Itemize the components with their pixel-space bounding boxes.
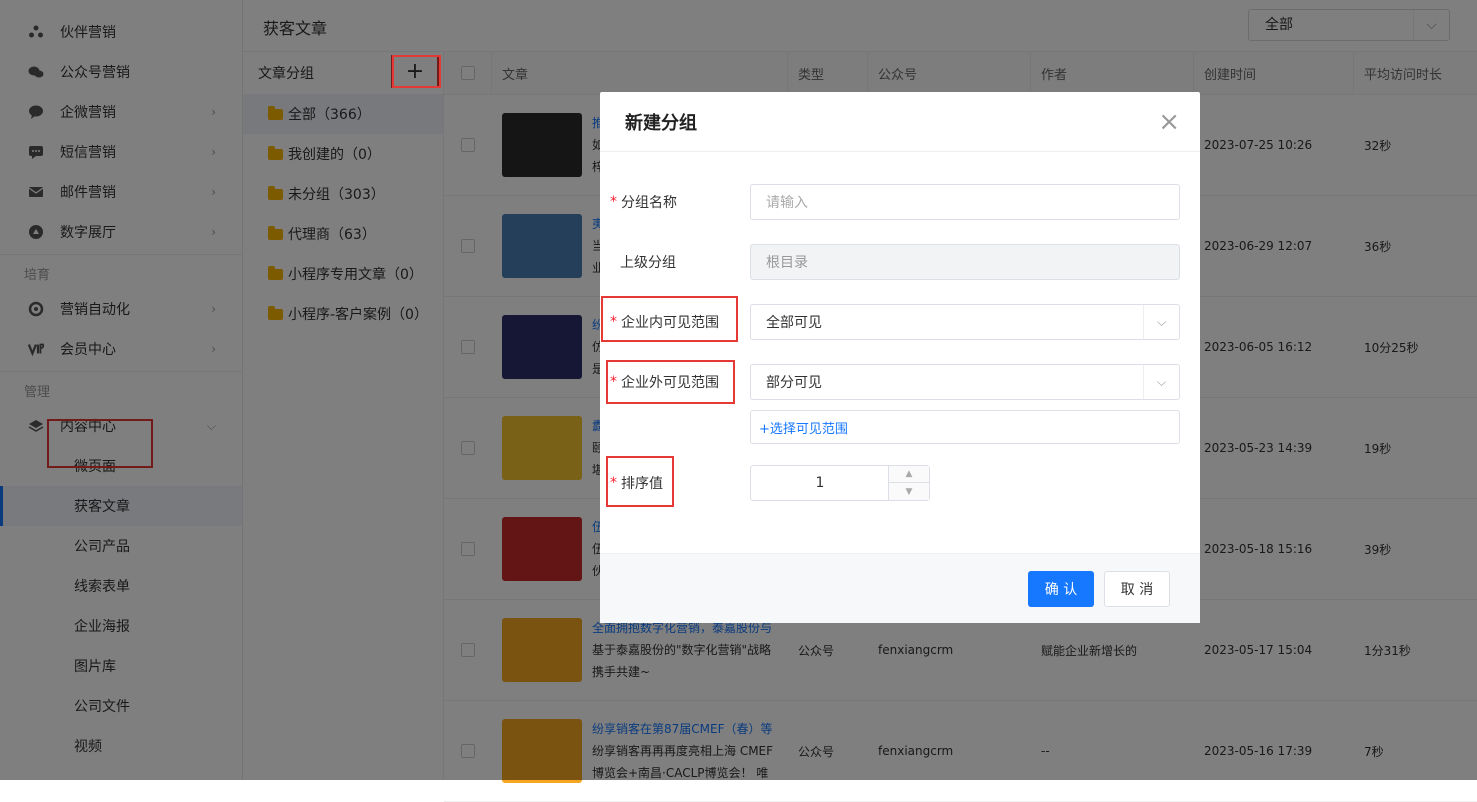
highlight-box-external-scope [606, 360, 735, 404]
sort-stepper[interactable]: 1 ▲ ▼ [750, 465, 930, 501]
field-label: * 分组名称 [610, 184, 677, 220]
dialog-header: 新建分组 × [600, 92, 1200, 152]
form-row-name: * 分组名称 请输入 [600, 184, 1200, 220]
new-group-dialog: 新建分组 × * 分组名称 请输入 上级分组 根目录 * 企业内可见范围 全部可见 ⌵… [600, 92, 1200, 623]
dialog-footer: 确 认 取 消 [600, 553, 1200, 623]
internal-scope-value: 全部可见 [766, 315, 822, 331]
external-scope-select[interactable]: 部分可见 ⌵ [750, 364, 1180, 400]
cancel-button[interactable]: 取 消 [1104, 571, 1170, 607]
chevron-down-icon: ⌵ [1143, 365, 1179, 399]
field-label: 上级分组 [620, 244, 676, 280]
form-row-sort: * 排序值 1 ▲ ▼ [600, 465, 1200, 501]
form-row-scope-picker: +选择可见范围 [600, 410, 1200, 444]
form-row-parent: 上级分组 根目录 [600, 244, 1200, 280]
select-scope-link[interactable]: +选择可见范围 [750, 410, 1180, 444]
external-scope-value: 部分可见 [766, 375, 822, 391]
required-mark: * [610, 194, 617, 210]
increment-icon[interactable]: ▲ [889, 466, 929, 483]
highlight-box-add-group [392, 55, 441, 88]
group-name-input[interactable]: 请输入 [750, 184, 1180, 220]
name-label: 分组名称 [621, 195, 677, 211]
stepper-buttons: ▲ ▼ [888, 466, 929, 500]
chevron-down-icon: ⌵ [1143, 305, 1179, 339]
dialog-title: 新建分组 [625, 112, 697, 134]
parent-label: 上级分组 [620, 255, 676, 271]
close-icon[interactable]: × [1158, 107, 1180, 137]
confirm-button[interactable]: 确 认 [1028, 571, 1094, 607]
highlight-box-sort [606, 456, 674, 507]
decrement-icon[interactable]: ▼ [889, 483, 929, 500]
internal-scope-select[interactable]: 全部可见 ⌵ [750, 304, 1180, 340]
highlight-box-internal-scope [601, 296, 738, 342]
parent-group-input: 根目录 [750, 244, 1180, 280]
sort-value[interactable]: 1 [751, 466, 889, 500]
